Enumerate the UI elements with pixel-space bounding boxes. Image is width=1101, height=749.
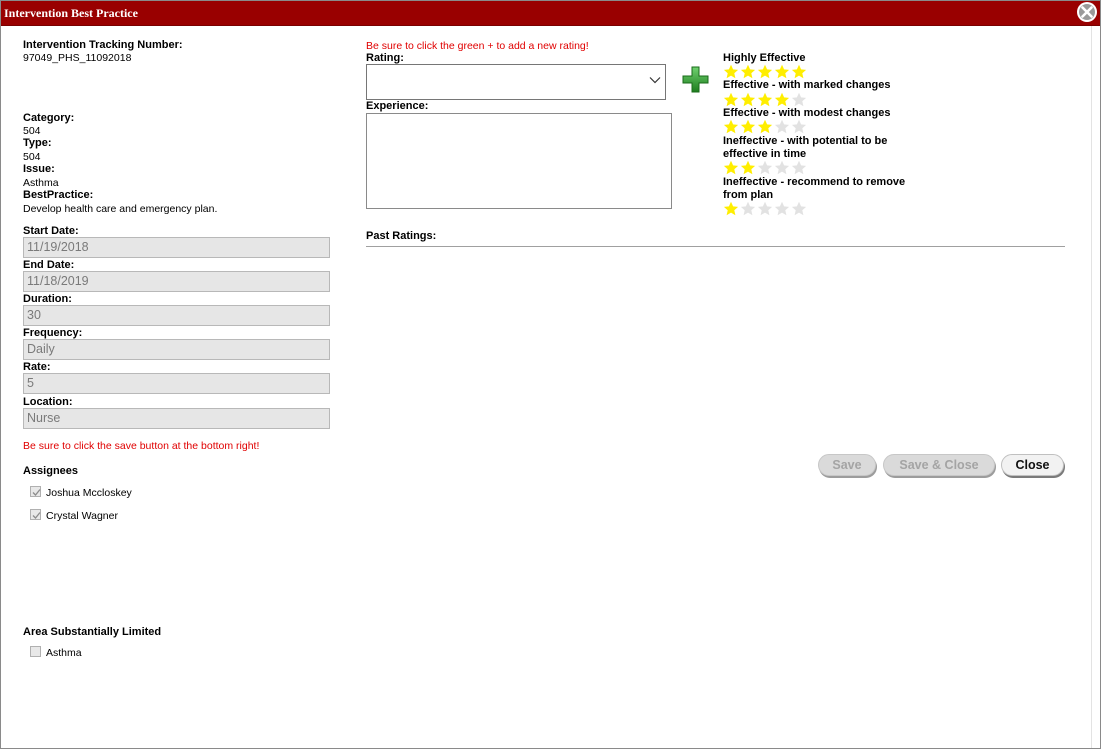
chevron-down-icon [649,77,661,84]
intervention-dialog: Intervention Best Practice Intervention … [0,0,1101,749]
end-date-label: End Date: [23,259,75,271]
star-icon [757,64,773,79]
location-field: Nurse [23,408,330,429]
star-icon [774,160,790,175]
star-icon [757,119,773,134]
star-icon [774,119,790,134]
tracking-number-value: 97049_PHS_11092018 [23,52,132,64]
area-limited-heading: Area Substantially Limited [23,626,162,638]
star-icon [774,64,790,79]
star-icon [791,119,807,134]
star-icon [723,160,739,175]
legend-stars-4 [723,92,808,108]
legend-stars-5 [723,64,808,80]
add-rating-button[interactable] [682,66,709,96]
start-date-label: Start Date: [23,225,79,237]
add-rating-note: Be sure to click the green + to add a ne… [366,40,589,52]
assignee-name: Joshua Mccloskey [46,487,132,499]
issue-label: Issue: [23,163,55,175]
star-icon [791,160,807,175]
star-icon [774,201,790,216]
star-icon [757,92,773,107]
star-icon [740,64,756,79]
legend-label-remove: Ineffective - recommend to remove from p… [723,176,906,201]
rating-select[interactable] [366,64,666,100]
star-icon [740,160,756,175]
area-checkbox-asthma[interactable] [30,646,41,657]
start-date-field: 11/19/2018 [23,237,330,258]
close-icon [1081,6,1093,18]
legend-stars-1 [723,201,808,217]
star-icon [723,201,739,216]
type-label: Type: [23,137,52,149]
star-icon [723,64,739,79]
star-icon [774,92,790,107]
frequency-field: Daily [23,339,330,360]
end-date-field: 11/18/2019 [23,271,330,292]
area-item-label: Asthma [46,647,82,659]
rating-label: Rating: [366,52,404,64]
star-icon [740,119,756,134]
close-window-button[interactable] [1077,2,1097,22]
save-reminder-note: Be sure to click the save button at the … [23,440,260,452]
star-icon [757,160,773,175]
bestpractice-value: Develop health care and emergency plan. [23,203,218,215]
legend-label-marked-changes: Effective - with marked changes [723,79,891,91]
bestpractice-label: BestPractice: [23,189,94,201]
close-button[interactable]: Close [1001,454,1064,476]
vertical-scrollbar[interactable] [1091,26,1100,748]
frequency-label: Frequency: [23,327,83,339]
category-label: Category: [23,112,75,124]
rate-field: 5 [23,373,330,394]
star-icon [740,201,756,216]
rate-label: Rate: [23,361,51,373]
window-title: Intervention Best Practice [4,6,138,20]
legend-label-potential: Ineffective - with potential to be effec… [723,135,888,160]
category-value: 504 [23,125,41,137]
star-icon [740,92,756,107]
check-icon [32,512,41,519]
legend-stars-3 [723,119,808,135]
experience-label: Experience: [366,100,429,112]
plus-icon [682,66,709,93]
star-icon [723,92,739,107]
star-icon [791,64,807,79]
assignee-name: Crystal Wagner [46,510,118,522]
experience-textarea[interactable] [366,113,672,209]
assignee-checkbox-crystal[interactable] [30,509,41,520]
duration-field: 30 [23,305,330,326]
save-button[interactable]: Save [818,454,876,476]
star-icon [791,92,807,107]
save-close-button[interactable]: Save & Close [883,454,995,476]
tracking-number-label: Intervention Tracking Number: [23,39,183,51]
type-value: 504 [23,151,41,163]
title-bar: Intervention Best Practice [1,1,1100,26]
star-icon [723,119,739,134]
star-icon [757,201,773,216]
location-label: Location: [23,396,73,408]
past-ratings-divider [366,246,1065,247]
assignee-checkbox-joshua[interactable] [30,486,41,497]
assignees-heading: Assignees [23,465,79,477]
legend-stars-2 [723,160,808,176]
issue-value: Asthma [23,177,59,189]
past-ratings-heading: Past Ratings: [366,230,437,242]
duration-label: Duration: [23,293,72,305]
star-icon [791,201,807,216]
check-icon [32,489,41,496]
